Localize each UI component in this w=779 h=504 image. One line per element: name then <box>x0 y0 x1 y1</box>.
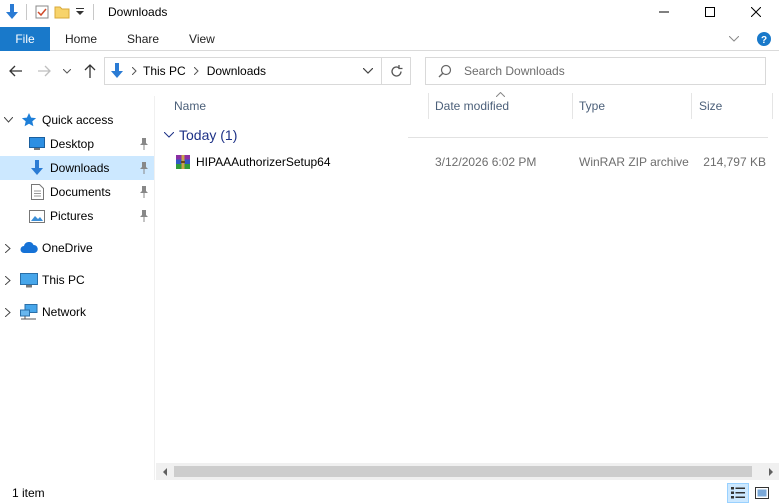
chevron-right-icon[interactable] <box>0 268 16 292</box>
downloads-icon <box>28 159 46 177</box>
column-header-type[interactable]: Type <box>579 97 605 115</box>
group-divider <box>408 137 768 138</box>
sidebar-item-onedrive[interactable]: OneDrive <box>0 236 154 260</box>
file-type: WinRAR ZIP archive <box>579 155 689 169</box>
file-date-modified: 3/12/2026 6:02 PM <box>435 155 537 169</box>
tab-file[interactable]: File <box>0 26 50 51</box>
status-bar: 1 item <box>0 481 779 504</box>
properties-icon[interactable] <box>33 0 51 24</box>
sidebar-item-label: This PC <box>42 273 85 287</box>
item-count: 1 item <box>12 485 45 500</box>
quick-access-toolbar <box>0 0 100 24</box>
sidebar-item-documents[interactable]: Documents <box>0 180 154 204</box>
desktop-icon <box>28 135 46 153</box>
scroll-left-arrow-icon[interactable] <box>156 463 173 480</box>
documents-icon <box>28 183 46 201</box>
table-row[interactable]: HIPAAAuthorizerSetup64 3/12/2026 6:02 PM… <box>172 151 774 173</box>
help-button[interactable]: ? <box>749 27 779 51</box>
address-bar[interactable]: This PC Downloads <box>104 57 382 85</box>
column-divider[interactable] <box>691 93 692 119</box>
group-label: Today (1) <box>179 127 238 143</box>
new-folder-icon[interactable] <box>51 0 73 24</box>
breadcrumb-this-pc[interactable]: This PC <box>143 58 186 84</box>
pin-icon[interactable] <box>138 161 150 175</box>
navigation-bar: This PC Downloads Search Downloads <box>0 52 779 90</box>
customize-toolbar-chevron-icon[interactable] <box>73 0 87 24</box>
address-history-chevron-icon[interactable] <box>363 68 373 74</box>
recent-locations-chevron-icon[interactable] <box>58 59 76 83</box>
column-header-size[interactable]: Size <box>699 97 722 115</box>
tab-view[interactable]: View <box>174 27 230 51</box>
up-button[interactable] <box>78 59 102 83</box>
horizontal-scrollbar[interactable] <box>156 463 779 480</box>
large-icons-view-button[interactable] <box>751 483 773 503</box>
refresh-button[interactable] <box>382 57 411 85</box>
file-name-cell[interactable]: HIPAAAuthorizerSetup64 <box>175 151 331 173</box>
search-box[interactable]: Search Downloads <box>425 57 766 85</box>
sidebar-item-this-pc[interactable]: This PC <box>0 268 154 292</box>
expand-ribbon-button[interactable] <box>719 27 749 51</box>
chevron-right-icon[interactable] <box>0 300 16 324</box>
scroll-right-arrow-icon[interactable] <box>762 463 779 480</box>
column-divider[interactable] <box>428 93 429 119</box>
column-divider[interactable] <box>572 93 573 119</box>
sidebar-item-label: Documents <box>50 185 111 199</box>
group-header-today[interactable]: Today (1) <box>164 127 237 143</box>
close-button[interactable] <box>733 0 779 24</box>
forward-button[interactable] <box>32 59 56 83</box>
title-bar: Downloads <box>0 0 779 24</box>
file-name: HIPAAAuthorizerSetup64 <box>196 155 331 169</box>
chevron-right-icon[interactable] <box>0 236 16 260</box>
pictures-icon <box>28 207 46 225</box>
chevron-down-icon[interactable] <box>0 108 16 132</box>
downloads-location-icon <box>110 63 124 79</box>
file-size: 214,797 KB <box>703 155 766 169</box>
sidebar-item-label: Quick access <box>42 113 114 127</box>
sidebar-item-label: OneDrive <box>42 241 93 255</box>
network-icon <box>20 303 38 321</box>
minimize-button[interactable] <box>641 0 687 24</box>
chevron-down-icon[interactable] <box>164 132 174 138</box>
maximize-button[interactable] <box>687 0 733 24</box>
pin-icon[interactable] <box>138 209 150 223</box>
cloud-icon <box>20 239 38 257</box>
pin-icon[interactable] <box>138 185 150 199</box>
downloads-arrow-icon <box>4 0 20 24</box>
sidebar-item-quick-access[interactable]: Quick access <box>0 108 154 132</box>
breadcrumb-separator-icon[interactable] <box>193 67 199 75</box>
breadcrumb-separator-icon[interactable] <box>132 67 137 75</box>
search-icon <box>438 64 452 78</box>
sidebar-item-label: Downloads <box>50 161 110 175</box>
column-header-date-modified[interactable]: Date modified <box>435 97 509 115</box>
pin-icon[interactable] <box>138 137 150 151</box>
star-icon <box>20 111 38 129</box>
winrar-archive-icon <box>175 154 191 170</box>
computer-icon <box>20 271 38 289</box>
sidebar-item-label: Network <box>42 305 87 319</box>
window-controls <box>641 0 779 24</box>
ribbon-tabs: File Home Share View ? <box>0 26 779 51</box>
sidebar-item-label: Desktop <box>50 137 95 151</box>
search-input[interactable]: Search Downloads <box>464 64 565 78</box>
sidebar-item-network[interactable]: Network <box>0 300 154 324</box>
column-header-name[interactable]: Name <box>174 97 206 115</box>
navigation-pane: Quick access Desktop Downloads Documents <box>0 96 155 480</box>
scrollbar-thumb[interactable] <box>174 466 752 477</box>
back-button[interactable] <box>4 59 28 83</box>
details-view-button[interactable] <box>727 483 749 503</box>
sidebar-item-label: Pictures <box>50 209 94 223</box>
window-title: Downloads <box>108 5 168 19</box>
svg-text:?: ? <box>761 35 767 46</box>
column-divider[interactable] <box>772 93 773 119</box>
sidebar-item-desktop[interactable]: Desktop <box>0 132 154 156</box>
sidebar-item-downloads[interactable]: Downloads <box>0 156 154 180</box>
breadcrumb-downloads[interactable]: Downloads <box>207 58 266 84</box>
sidebar-item-pictures[interactable]: Pictures <box>0 204 154 228</box>
tab-share[interactable]: Share <box>112 27 174 51</box>
file-list: Name Date modified Type Size Today (1) H… <box>156 90 779 466</box>
tab-home[interactable]: Home <box>50 27 112 51</box>
